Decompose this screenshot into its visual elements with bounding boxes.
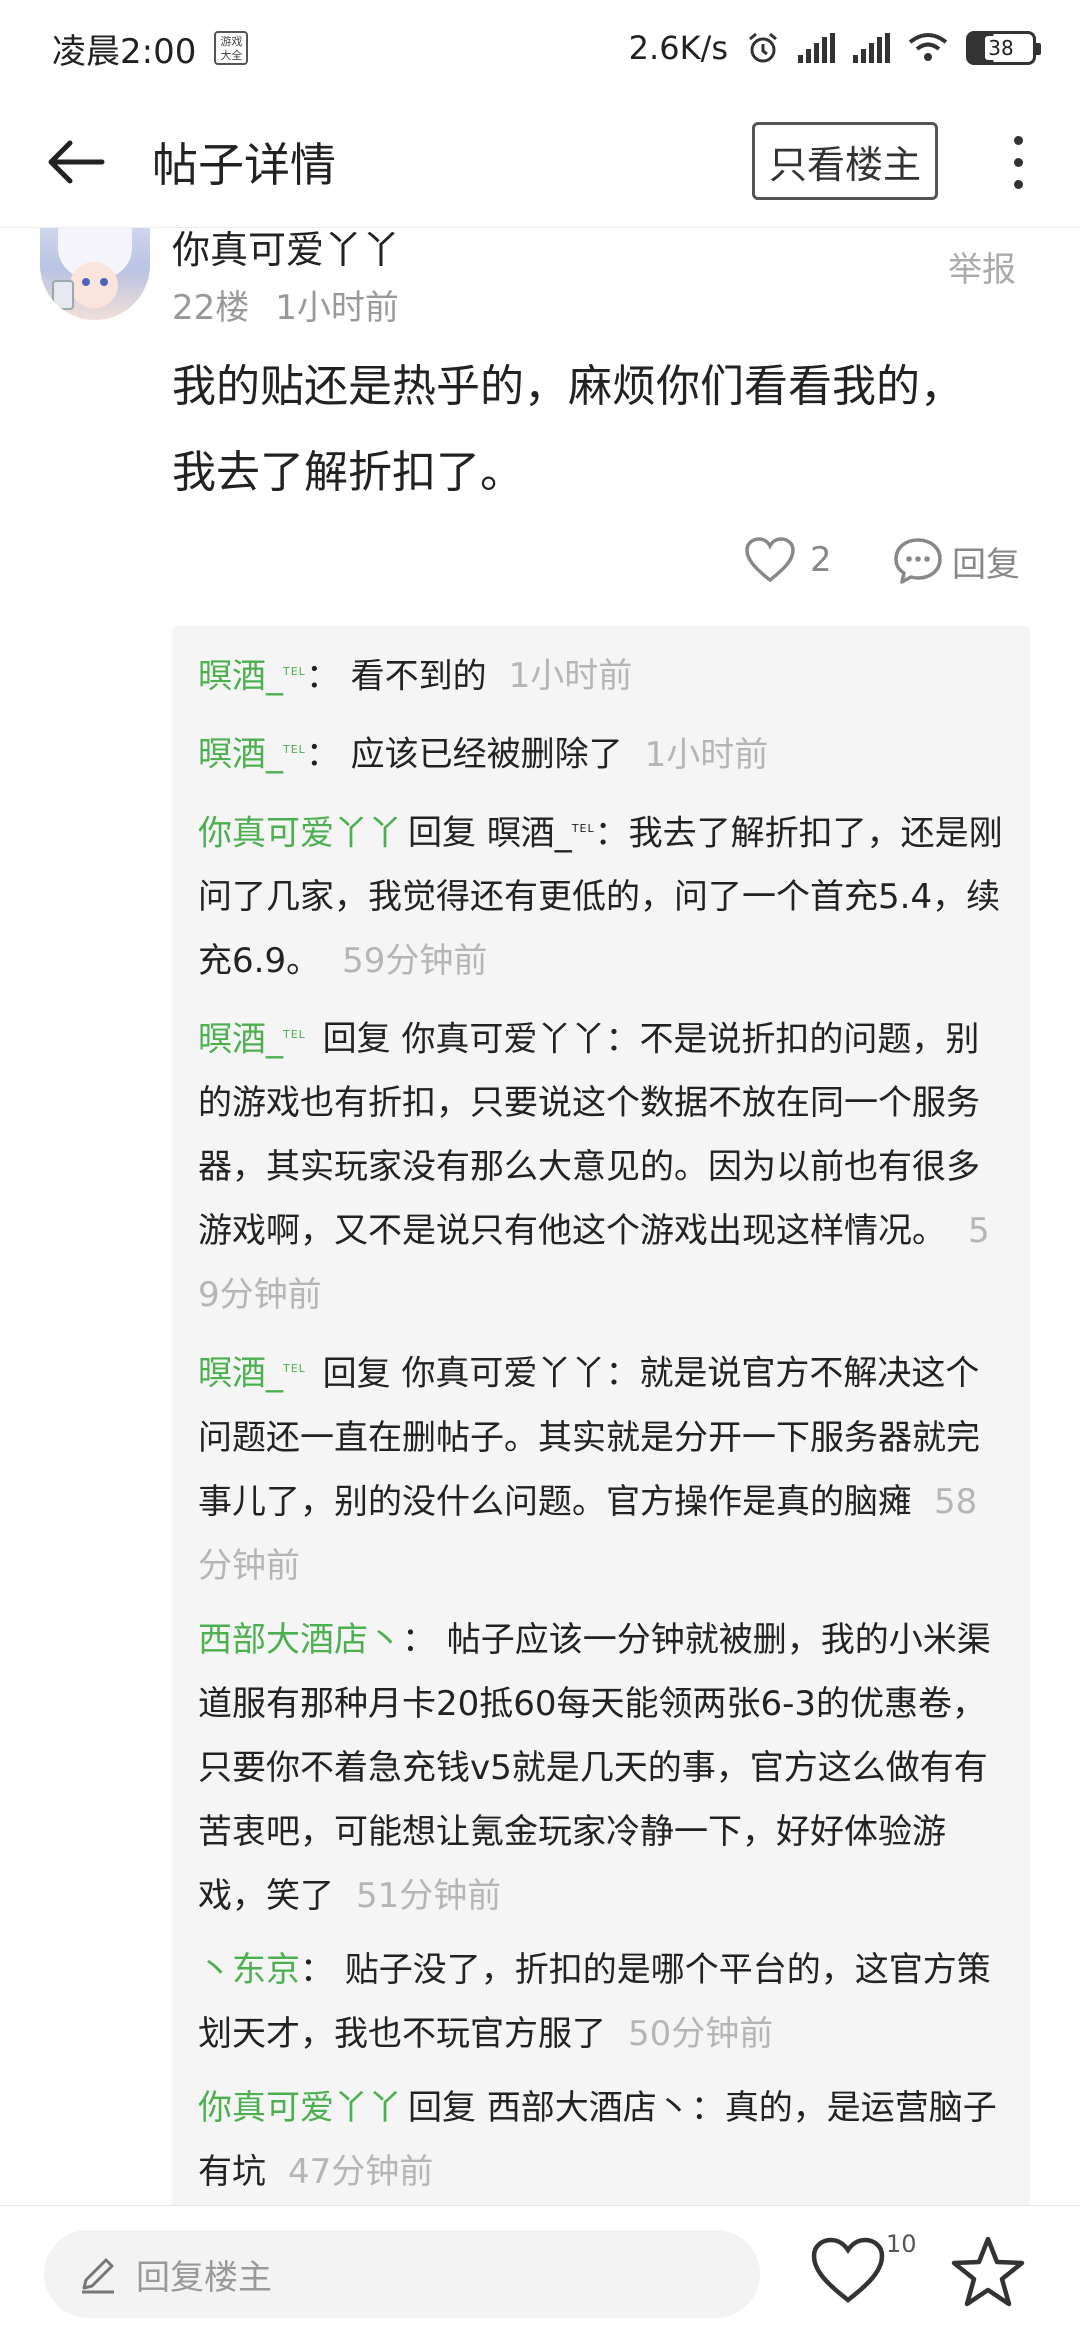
reply-verb: 回复	[408, 812, 476, 853]
signal-icon	[798, 33, 835, 63]
reply-item[interactable]: 你真可爱丫丫 回复 暝酒_TEL：我去了解折扣了，还是刚问了几家，我觉得还有更低的…	[198, 797, 1004, 993]
wifi-icon	[908, 33, 948, 61]
reply-input[interactable]: 回复楼主	[44, 2230, 760, 2318]
reply-verb: 回复	[322, 1353, 391, 1394]
floor-username[interactable]: 你真可爱丫丫	[172, 228, 400, 272]
reply-separator: ：	[300, 1949, 334, 1990]
report-link[interactable]: 举报	[948, 242, 1016, 291]
reply-item[interactable]: 暝酒_TEL： 应该已经被删除了 1小时前	[198, 718, 1004, 786]
user-tag: TEL	[283, 665, 306, 678]
reply-verb: 回复	[408, 2087, 476, 2128]
reply-item[interactable]: 暝酒_TEL 回复 你真可爱丫丫：就是说官方不解决这个问题还一直在删帖子。其实就…	[198, 1337, 1004, 1597]
reply-item[interactable]: 你真可爱丫丫 回复 西部大酒店丶：真的，是运营脑子有坑 47分钟前	[198, 2076, 1004, 2204]
favorite-button[interactable]	[950, 2234, 1026, 2310]
reply-separator: ：	[605, 1353, 640, 1394]
reply-text: 看不到的	[339, 656, 487, 697]
reply-author[interactable]: 你真可爱丫丫	[198, 813, 402, 853]
reply-time: 1小时前	[644, 734, 769, 775]
like-count: 2	[810, 540, 832, 580]
reply-item[interactable]: 暝酒_TEL： 看不到的 1小时前	[198, 640, 1004, 708]
user-tag: TEL	[571, 821, 595, 835]
status-bar: 凌晨2:00 游戏 大全 2.6K/s 38	[0, 0, 1080, 96]
reply-input-placeholder: 回复楼主	[136, 2257, 272, 2298]
reply-separator: ：	[305, 734, 340, 775]
heart-icon	[745, 537, 795, 583]
star-icon	[951, 2236, 1025, 2307]
reply-time: 51分钟前	[356, 1875, 502, 1916]
app-badge-text: 游戏 大全	[220, 35, 243, 62]
floor-content-line: 我去了解折扣了。	[172, 447, 524, 498]
reply-time: 1小时前	[508, 656, 633, 697]
reply-target[interactable]: 你真可爱丫丫	[401, 1019, 605, 1059]
reply-time: 59分钟前	[342, 940, 488, 981]
reply-separator: ：	[690, 2087, 725, 2128]
more-dot-icon	[1013, 179, 1023, 189]
post-like-button[interactable]	[810, 2236, 890, 2316]
reply-separator: ：	[305, 656, 340, 697]
user-tag: TEL	[283, 1027, 306, 1041]
alarm-icon	[749, 32, 777, 63]
bottom-bar: 回复楼主 10	[0, 2205, 1080, 2340]
reply-target[interactable]: 暝酒_	[487, 813, 572, 853]
reply-author[interactable]: 暝酒_	[198, 656, 283, 696]
op-only-button[interactable]: 只看楼主	[752, 122, 938, 200]
reply-text: 帖子应该一分钟就被删，我的小米渠道服有那种月卡20抵60每天能领两张6-3的优惠…	[198, 1619, 991, 1916]
more-dot-icon	[1013, 135, 1023, 145]
network-speed: 2.6K/s	[628, 29, 728, 67]
more-dot-icon	[1013, 157, 1023, 167]
reply-author[interactable]: 你真可爱丫丫	[198, 2088, 402, 2128]
reply-item[interactable]: 丶东京： 贴子没了，折扣的是哪个平台的，这官方策划天才，我也不玩官方服了 50分钟…	[198, 1938, 1004, 2066]
comment-bubble-icon	[894, 538, 942, 584]
floor-meta: 22楼 1小时前	[172, 280, 399, 329]
reply-target[interactable]: 你真可爱丫丫	[401, 1354, 605, 1394]
floor-time: 1小时前	[275, 288, 399, 328]
page-title: 帖子详情	[152, 137, 336, 192]
reply-target[interactable]: 西部大酒店丶	[487, 2088, 691, 2128]
reply-separator: ：	[605, 1019, 640, 1060]
reply-author[interactable]: 暝酒_	[198, 735, 283, 775]
more-options-button[interactable]	[996, 120, 1040, 204]
reply-verb: 回复	[322, 1019, 391, 1060]
reply-separator: ：	[594, 812, 629, 853]
heart-icon	[811, 2237, 885, 2303]
post-like-count: 10	[886, 2230, 917, 2258]
reply-list: 暝酒_TEL： 看不到的 1小时前 暝酒_TEL： 应该已经被删除了 1小时前 你真…	[172, 626, 1030, 2340]
top-app-bar: 帖子详情 只看楼主	[0, 96, 1080, 228]
back-button[interactable]	[36, 122, 116, 202]
reply-item[interactable]: 西部大酒店丶： 帖子应该一分钟就被删，我的小米渠道服有那种月卡20抵60每天能领…	[198, 1608, 1004, 1928]
floor-content: 我的贴还是热乎的，麻烦你们看看我的， 我去了解折扣了。	[172, 344, 1032, 516]
floor-content-line: 我的贴还是热乎的，麻烦你们看看我的，	[172, 361, 964, 412]
battery-level: 38	[985, 36, 1017, 60]
floor-actions: 2 回复	[0, 528, 1080, 608]
reply-author[interactable]: 西部大酒店丶	[198, 1620, 402, 1660]
reply-button[interactable]: 回复	[892, 536, 1020, 586]
reply-separator: ：	[402, 1619, 436, 1660]
reply-time: 47分钟前	[288, 2151, 434, 2192]
reply-label: 回复	[952, 544, 1020, 585]
floor-number: 22楼	[172, 288, 250, 328]
like-button[interactable]: 2	[744, 536, 832, 584]
status-time: 凌晨2:00	[52, 31, 197, 72]
app-notification-icon: 游戏 大全	[214, 31, 249, 65]
hd-signal-icon	[853, 33, 890, 63]
user-tag: TEL	[283, 743, 306, 757]
pencil-icon	[82, 2258, 114, 2294]
reply-text: 应该已经被删除了	[339, 734, 623, 775]
avatar[interactable]	[40, 228, 150, 320]
reply-author[interactable]: 暝酒_	[198, 1019, 283, 1059]
battery-icon: 38	[966, 31, 1041, 65]
reply-author[interactable]: 暝酒_	[198, 1354, 283, 1394]
reply-item[interactable]: 暝酒_TEL 回复 你真可爱丫丫：不是说折扣的问题，别的游戏也有折扣，只要说这个…	[198, 1003, 1004, 1327]
arrow-left-icon	[48, 140, 105, 183]
user-tag: TEL	[283, 1362, 306, 1376]
reply-time: 50分钟前	[628, 2013, 774, 2054]
reply-author[interactable]: 丶东京	[198, 1950, 300, 1990]
